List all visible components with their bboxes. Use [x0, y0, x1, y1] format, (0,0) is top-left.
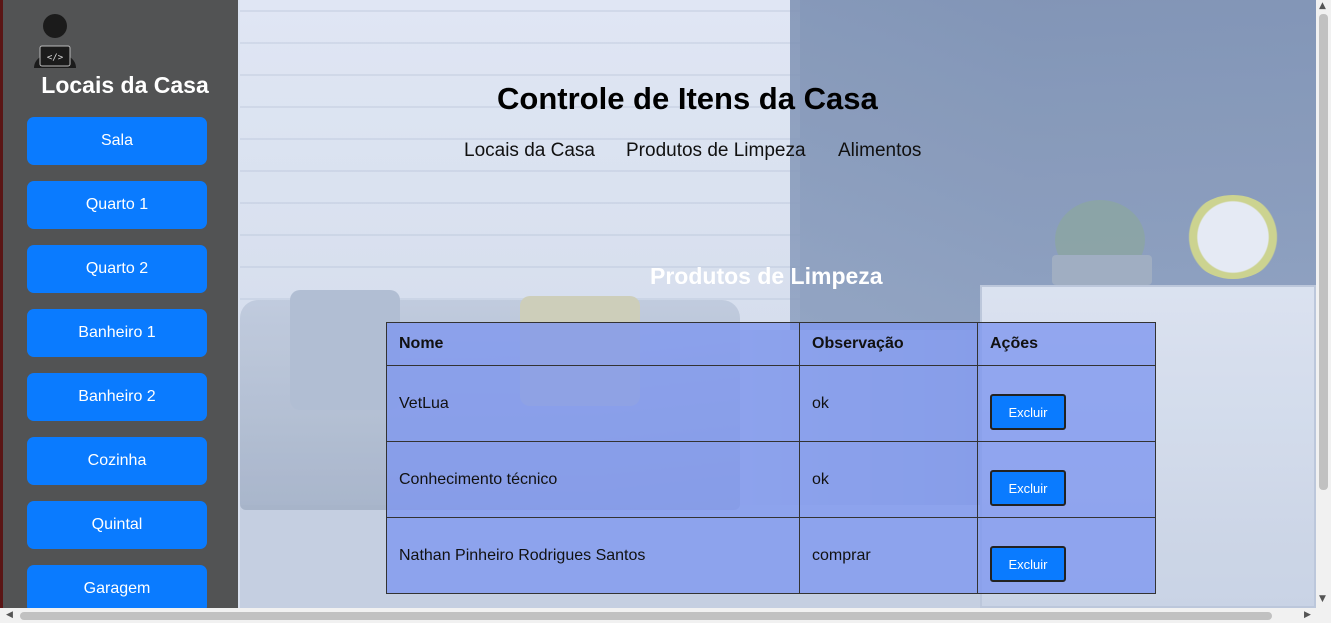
nav-link-alimentos[interactable]: Alimentos	[838, 140, 921, 162]
section-title: Produtos de Limpeza	[650, 263, 883, 289]
svg-text:</>: </>	[47, 53, 64, 63]
nav-link-produtos-limpeza[interactable]: Produtos de Limpeza	[626, 140, 806, 162]
sidebar-item-quarto-1[interactable]: Quarto 1	[27, 181, 207, 229]
table-cell-name: Nathan Pinheiro Rodrigues Santos	[387, 518, 800, 593]
horizontal-scroll-thumb[interactable]	[20, 612, 1272, 620]
column-header-observacao: Observação	[800, 323, 978, 366]
sidebar-item-quarto-2[interactable]: Quarto 2	[27, 245, 207, 293]
delete-button[interactable]: Excluir	[990, 546, 1066, 582]
page-title: Controle de Itens da Casa	[497, 81, 878, 116]
products-table: Nome Observação Ações VetLua ok Excluir …	[386, 322, 1156, 594]
sidebar-item-quintal[interactable]: Quintal	[27, 501, 207, 549]
sidebar-item-cozinha[interactable]: Cozinha	[27, 437, 207, 485]
sidebar-title: Locais da Casa	[41, 72, 209, 98]
sidebar-item-garagem[interactable]: Garagem	[27, 565, 207, 613]
table-cell-name: Conhecimento técnico	[387, 442, 800, 518]
column-header-nome: Nome	[387, 323, 800, 366]
table-cell-name: VetLua	[387, 366, 800, 442]
nav-link-locais[interactable]: Locais da Casa	[464, 140, 595, 162]
table-cell-note: comprar	[800, 518, 978, 593]
horizontal-scrollbar[interactable]: ◀ ▶	[0, 608, 1331, 623]
scroll-down-icon[interactable]: ▼	[1319, 594, 1326, 604]
table-cell-note: ok	[800, 442, 978, 518]
user-laptop-icon: </>	[34, 14, 76, 68]
scroll-left-icon[interactable]: ◀	[6, 610, 13, 620]
delete-button[interactable]: Excluir	[990, 470, 1066, 506]
scroll-right-icon[interactable]: ▶	[1304, 610, 1311, 620]
sidebar-item-sala[interactable]: Sala	[27, 117, 207, 165]
sidebar: </> Locais da Casa Sala Quarto 1 Quarto …	[0, 0, 238, 613]
vertical-scroll-thumb[interactable]	[1319, 14, 1328, 490]
sidebar-item-banheiro-2[interactable]: Banheiro 2	[27, 373, 207, 421]
vertical-scrollbar[interactable]: ▲ ▼	[1316, 0, 1331, 608]
sidebar-item-banheiro-1[interactable]: Banheiro 1	[27, 309, 207, 357]
table-cell-note: ok	[800, 366, 978, 442]
delete-button[interactable]: Excluir	[990, 394, 1066, 430]
scroll-up-icon[interactable]: ▲	[1319, 1, 1326, 11]
column-header-acoes: Ações	[978, 323, 1156, 366]
